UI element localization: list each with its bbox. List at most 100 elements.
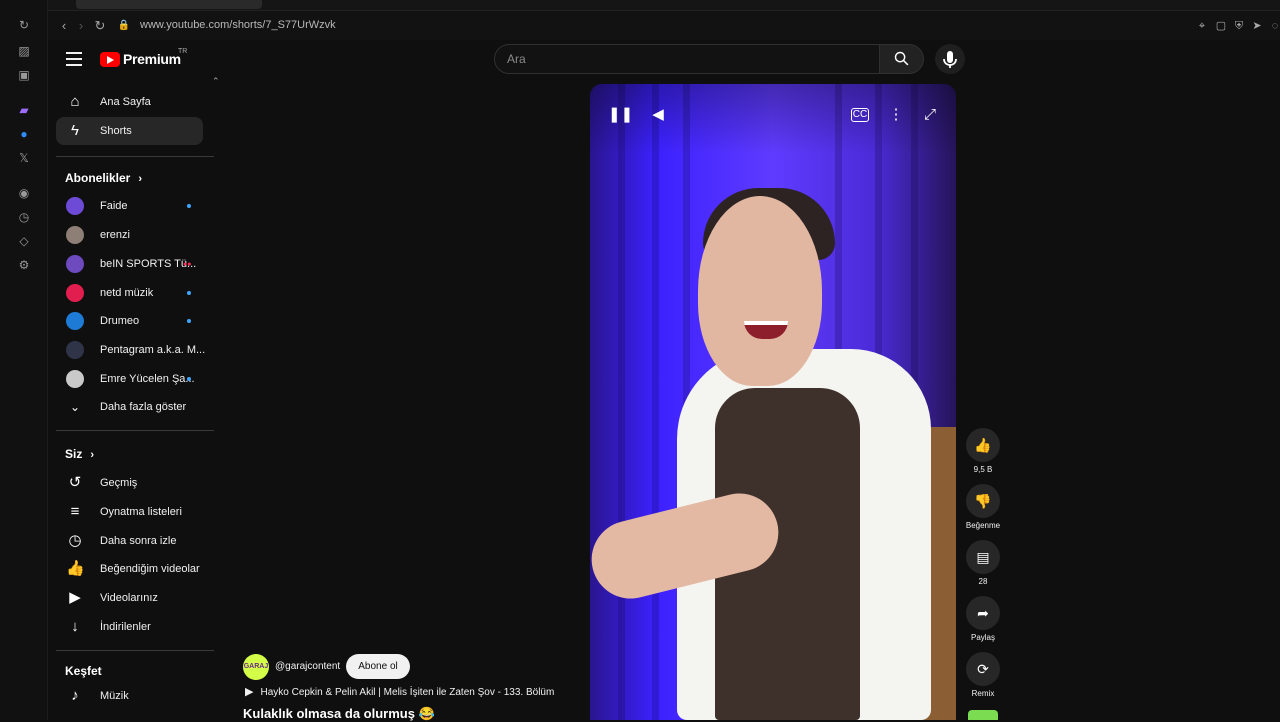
remix-label: Remix	[971, 689, 995, 698]
back-icon[interactable]: ‹	[56, 18, 72, 34]
nav-music[interactable]: ♪ Müzik	[56, 682, 203, 710]
settings-icon[interactable]: ⚙	[16, 257, 32, 273]
search-button[interactable]	[879, 44, 924, 74]
nav-watch-later-label: Daha sonra izle	[100, 535, 177, 547]
like-action[interactable]: 👍 9,5 B	[964, 428, 1002, 482]
subscription-bein-sports[interactable]: beIN SPORTS Tü... ●●	[56, 251, 206, 277]
sound-avatar[interactable]	[968, 710, 998, 720]
logo-text: Premium	[123, 51, 181, 67]
puzzle-icon[interactable]: ◇	[16, 233, 32, 249]
curtain-fold	[652, 84, 659, 720]
subscribe-button[interactable]: Abone ol	[346, 654, 410, 679]
user-icon[interactable]: ◌	[1268, 19, 1280, 33]
show-more-subscriptions[interactable]: ⌄ Daha fazla göster	[56, 394, 206, 420]
nav-your-videos-label: Videolarınız	[100, 592, 158, 604]
nav-playlists[interactable]: ≡ Oynatma listeleri	[56, 498, 203, 526]
share-icon: ➦	[966, 596, 1000, 630]
comment-action[interactable]: ▤ 28	[964, 540, 1002, 594]
twitch-icon[interactable]: ▰	[16, 102, 32, 118]
play-icon: ▶	[245, 686, 254, 698]
nav-liked-videos[interactable]: 👍 Beğendiğim videolar	[56, 555, 203, 583]
subscription-name: Emre Yücelen Şa...	[100, 373, 195, 385]
comment-icon: ▤	[966, 540, 1000, 574]
volume-icon[interactable]: ◀	[647, 104, 669, 126]
remix-icon: ⟳	[966, 652, 1000, 686]
chevron-down-icon: ⌄	[69, 400, 81, 414]
forward-icon[interactable]: ›	[73, 18, 89, 34]
pause-icon[interactable]: ❚❚	[608, 104, 633, 126]
shorts-icon: ϟ	[71, 122, 79, 139]
search-bar	[494, 44, 924, 74]
smiling-face	[698, 196, 822, 386]
x-icon[interactable]: 𝕏	[16, 150, 32, 166]
active-browser-tab[interactable]	[76, 0, 262, 9]
related-video-link[interactable]: ▶ Hayko Cepkin & Pelin Akil | Melis İşite…	[245, 685, 585, 701]
avatar	[66, 226, 84, 244]
nav-downloads[interactable]: ↓ İndirilenler	[56, 613, 203, 641]
subscriptions-title: Abonelikler	[65, 171, 131, 185]
dislike-action[interactable]: 👎 Beğenme	[964, 484, 1002, 538]
you-heading[interactable]: Siz ›	[65, 447, 94, 461]
nav-shorts[interactable]: ϟ Shorts	[56, 117, 203, 145]
subscription-name: Drumeo	[100, 315, 140, 327]
avatar	[66, 284, 84, 302]
microphone-icon	[943, 51, 957, 68]
dislike-icon: 👎	[966, 484, 1000, 518]
subscription-faide[interactable]: Faide	[56, 193, 206, 219]
fullscreen-icon[interactable]: ⤢	[919, 104, 941, 126]
dislike-label: Beğenme	[965, 521, 1001, 530]
shield-icon[interactable]: ⛨	[1232, 19, 1246, 33]
sidebar-divider	[56, 156, 214, 157]
subscription-netd-muzik[interactable]: netd müzik	[56, 280, 206, 306]
refresh-icon[interactable]: ↻	[16, 17, 32, 33]
short-video-player[interactable]: ❚❚ ◀ CC ⋮ ⤢	[590, 84, 956, 720]
share-action[interactable]: ➦ Paylaş	[964, 596, 1002, 650]
menu-icon[interactable]	[66, 52, 82, 66]
avatar	[66, 370, 84, 388]
scroll-up-icon[interactable]: ⌃	[212, 76, 220, 87]
clock-icon[interactable]: ◷	[16, 209, 32, 225]
your-videos-icon: ▶	[69, 589, 81, 606]
explore-title: Keşfet	[65, 664, 102, 678]
subscription-name: Pentagram a.k.a. M...	[100, 344, 206, 356]
new-content-dot	[187, 291, 191, 295]
search-input[interactable]	[494, 44, 880, 74]
subscription-drumeo[interactable]: Drumeo	[56, 308, 206, 334]
more-icon[interactable]: ⋮	[885, 104, 907, 126]
playlist-icon: ≡	[70, 503, 80, 520]
nav-history[interactable]: ↺ Geçmiş	[56, 469, 203, 497]
share-icon[interactable]: ➤	[1250, 19, 1264, 33]
subscription-emre-yucelen[interactable]: Emre Yücelen Şa...	[56, 366, 206, 392]
avatar	[66, 312, 84, 330]
messenger-icon[interactable]: ●	[16, 126, 32, 142]
play-circle-icon[interactable]: ◉	[16, 185, 32, 201]
extension-icon[interactable]: ▨	[16, 43, 32, 59]
sidebar-divider	[56, 430, 214, 431]
liked-videos-icon: 👍	[66, 560, 85, 577]
chevron-right-icon: ›	[90, 449, 95, 461]
tab-icon[interactable]: ▣	[16, 67, 32, 83]
watch-later-icon: ◷	[68, 532, 82, 549]
pin-icon[interactable]: ⌖	[1195, 19, 1209, 33]
lock-icon: 🔒	[117, 20, 131, 31]
browser-sidebar: ↻ ▨ ▣ ▰ ● 𝕏 ◉ ◷ ◇ ⚙	[0, 0, 48, 720]
nav-home[interactable]: ⌂ Ana Sayfa	[56, 88, 203, 116]
tab-manager-icon[interactable]: ▢	[1214, 19, 1228, 33]
music-icon: ♪	[71, 687, 79, 704]
channel-handle[interactable]: @garajcontent	[275, 661, 340, 672]
nav-music-label: Müzik	[100, 690, 129, 702]
avatar	[66, 197, 84, 215]
subscription-erenzi[interactable]: erenzi	[56, 222, 206, 248]
url-text[interactable]: www.youtube.com/shorts/7_S77UrWzvk	[140, 19, 336, 31]
reload-icon[interactable]: ↻	[92, 18, 108, 34]
remix-action[interactable]: ⟳ Remix	[964, 652, 1002, 706]
captions-icon[interactable]: CC	[851, 108, 869, 122]
subscriptions-heading[interactable]: Abonelikler ›	[65, 171, 142, 185]
channel-avatar[interactable]: GARAJ	[243, 654, 269, 680]
comment-count: 28	[978, 577, 988, 586]
voice-search-button[interactable]	[935, 44, 965, 74]
nav-your-videos[interactable]: ▶ Videolarınız	[56, 584, 203, 612]
subscription-pentagram[interactable]: Pentagram a.k.a. M...	[56, 337, 206, 363]
nav-watch-later[interactable]: ◷ Daha sonra izle	[56, 527, 203, 555]
youtube-premium-logo[interactable]: Premium TR	[100, 48, 190, 70]
